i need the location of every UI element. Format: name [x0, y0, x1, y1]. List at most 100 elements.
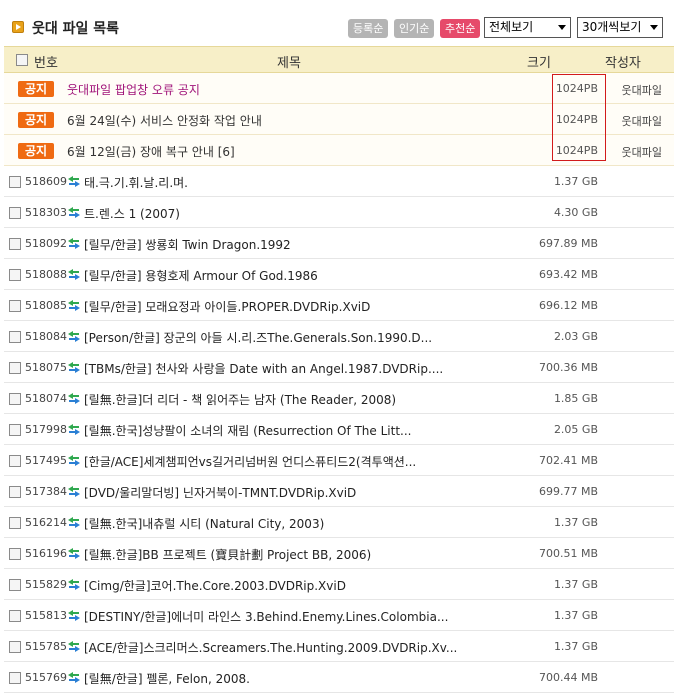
download-arrows-icon: [68, 393, 80, 404]
file-size: 700.51 MB: [538, 547, 598, 560]
row-checkbox[interactable]: [9, 517, 21, 529]
author-name[interactable]: 웃대파일: [622, 144, 662, 160]
file-size: 700.44 MB: [538, 671, 598, 684]
file-row[interactable]: 515769 [릴無/한글] 펠론, Felon, 2008. 700.44 MB: [4, 662, 674, 693]
notice-badge: 공지: [18, 143, 54, 159]
file-row[interactable]: 516196 [릴無.한글]BB 프로젝트 (寶貝計劃 Project BB, 2…: [4, 538, 674, 569]
download-arrows-icon: [68, 486, 80, 497]
file-row[interactable]: 515829 [Cimg/한글]코어.The.Core.2003.DVDRip.X…: [4, 569, 674, 600]
row-checkbox[interactable]: [9, 331, 21, 343]
download-arrows-icon: [68, 269, 80, 280]
row-checkbox[interactable]: [9, 455, 21, 467]
sort-by-recommend-button[interactable]: 추천순: [440, 19, 481, 38]
download-arrows-icon: [68, 424, 80, 435]
file-subject-link[interactable]: [Cimg/한글]코어.The.Core.2003.DVDRip.XviD: [84, 577, 346, 594]
row-checkbox[interactable]: [9, 579, 21, 591]
column-size: 크기: [527, 56, 551, 71]
file-size: 2.05 GB: [553, 423, 598, 436]
row-checkbox[interactable]: [9, 393, 21, 405]
file-size: 696.12 MB: [538, 299, 598, 312]
row-checkbox[interactable]: [9, 269, 21, 281]
file-subject-link[interactable]: [릴無.한국]성냥팔이 소녀의 재림 (Resurrection Of The …: [84, 422, 412, 439]
post-number: 517495: [25, 454, 67, 467]
page-title: 웃대 파일 목록: [32, 21, 120, 37]
notice-subject-link[interactable]: 6월 24일(수) 서비스 안정화 작업 안내: [67, 112, 262, 129]
file-row[interactable]: 518088 [릴무/한글] 용형호제 Armour Of God.1986 693…: [4, 259, 674, 290]
file-subject-link[interactable]: [릴無.한글]BB 프로젝트 (寶貝計劃 Project BB, 2006): [84, 546, 371, 563]
download-arrows-icon: [68, 300, 80, 311]
notice-subject-link[interactable]: 웃대파일 팝업창 오류 공지: [67, 81, 200, 98]
download-arrows-icon: [68, 362, 80, 373]
file-row[interactable]: 517998 [릴無.한국]성냥팔이 소녀의 재림 (Resurrection O…: [4, 414, 674, 445]
column-subject: 제목: [277, 56, 301, 71]
file-row[interactable]: 517495 [한글/ACE]세계챔피언vs길거리넘버원 언디스퓨티드2(격투액션…: [4, 445, 674, 476]
file-row[interactable]: 517384 [DVD/울리말더빙] 닌자거북이-TMNT.DVDRip.XviD…: [4, 476, 674, 507]
file-row[interactable]: 518092 [릴무/한글] 쌍룡회 Twin Dragon.1992 697.89…: [4, 228, 674, 259]
post-number: 518088: [25, 268, 67, 281]
row-checkbox[interactable]: [9, 672, 21, 684]
filter-select-value: 전체보기: [489, 20, 534, 34]
post-number: 518084: [25, 330, 67, 343]
row-checkbox[interactable]: [9, 207, 21, 219]
file-subject-link[interactable]: [Person/한글] 장군의 아들 시.리.즈The.Generals.Son…: [84, 329, 432, 346]
file-row[interactable]: 515785 [ACE/한글]스크리머스.Screamers.The.Huntin…: [4, 631, 674, 662]
notice-subject-link[interactable]: 6월 12일(금) 장애 복구 안내 [6]: [67, 143, 235, 160]
row-checkbox[interactable]: [9, 641, 21, 653]
file-subject-link[interactable]: [DESTINY/한글]에너미 라인스 3.Behind.Enemy.Lines…: [84, 608, 448, 625]
post-number: 518085: [25, 299, 67, 312]
file-subject-link[interactable]: 트.렌.스 1 (2007): [84, 205, 180, 222]
sort-by-popularity-button[interactable]: 인기순: [394, 19, 435, 38]
file-row[interactable]: 518085 [릴무/한글] 모래요정과 아이들.PROPER.DVDRip.Xv…: [4, 290, 674, 321]
download-arrows-icon: [68, 517, 80, 528]
post-number: 517998: [25, 423, 67, 436]
notice-badge: 공지: [18, 112, 54, 128]
row-checkbox[interactable]: [9, 300, 21, 312]
file-size: 1.85 GB: [553, 392, 598, 405]
per-page-select[interactable]: 30개씩보기: [577, 17, 663, 38]
column-author: 작성자: [605, 56, 641, 71]
row-checkbox[interactable]: [9, 610, 21, 622]
file-subject-link[interactable]: [한글/ACE]세계챔피언vs길거리넘버원 언디스퓨티드2(격투액션...: [84, 453, 416, 470]
file-subject-link[interactable]: [릴無.한국]내츄럴 시티 (Natural City, 2003): [84, 515, 324, 532]
file-subject-link[interactable]: 태.극.기.휘.날.리.며.: [84, 174, 188, 191]
download-arrows-icon: [68, 331, 80, 342]
file-size: 1.37 GB: [553, 640, 598, 653]
file-subject-link[interactable]: [TBMs/한글] 천사와 사랑을 Date with an Angel.198…: [84, 360, 443, 377]
author-name[interactable]: 웃대파일: [622, 113, 662, 129]
sort-by-date-button[interactable]: 등록순: [348, 19, 389, 38]
file-list-page: 웃대 파일 목록 등록순 인기순 추천순 전체보기 30개씩보기 번호 제목 크…: [0, 0, 678, 696]
file-subject-link[interactable]: [릴無/한글] 펠론, Felon, 2008.: [84, 670, 250, 687]
file-row[interactable]: 515813 [DESTINY/한글]에너미 라인스 3.Behind.Enemy…: [4, 600, 674, 631]
select-all-checkbox[interactable]: [16, 54, 28, 66]
file-row[interactable]: 518609 태.극.기.휘.날.리.며. 1.37 GB: [4, 166, 674, 197]
post-number: 518303: [25, 206, 67, 219]
file-subject-link[interactable]: [릴무/한글] 모래요정과 아이들.PROPER.DVDRip.XviD: [84, 298, 370, 315]
file-subject-link[interactable]: [릴無.한글]더 리더 - 책 읽어주는 남자 (The Reader, 200…: [84, 391, 396, 408]
post-number: 515785: [25, 640, 67, 653]
download-arrows-icon: [68, 579, 80, 590]
file-subject-link[interactable]: [릴무/한글] 쌍룡회 Twin Dragon.1992: [84, 236, 291, 253]
file-subject-link[interactable]: [릴무/한글] 용형호제 Armour Of God.1986: [84, 267, 318, 284]
file-subject-link[interactable]: [DVD/울리말더빙] 닌자거북이-TMNT.DVDRip.XviD: [84, 484, 356, 501]
file-row[interactable]: 516214 [릴無.한국]내츄럴 시티 (Natural City, 2003)…: [4, 507, 674, 538]
row-checkbox[interactable]: [9, 424, 21, 436]
row-checkbox[interactable]: [9, 486, 21, 498]
file-size: 4.30 GB: [553, 206, 598, 219]
row-checkbox[interactable]: [9, 548, 21, 560]
author-name[interactable]: 웃대파일: [622, 82, 662, 98]
filter-select[interactable]: 전체보기: [484, 17, 571, 38]
row-checkbox[interactable]: [9, 362, 21, 374]
download-arrows-icon: [68, 238, 80, 249]
row-checkbox[interactable]: [9, 238, 21, 250]
file-row[interactable]: 518303 트.렌.스 1 (2007) 4.30 GB: [4, 197, 674, 228]
row-checkbox[interactable]: [9, 176, 21, 188]
post-number: 518074: [25, 392, 67, 405]
post-number: 517384: [25, 485, 67, 498]
download-arrows-icon: [68, 610, 80, 621]
file-size: 2.03 GB: [553, 330, 598, 343]
file-row[interactable]: 518075 [TBMs/한글] 천사와 사랑을 Date with an Ang…: [4, 352, 674, 383]
post-number: 516196: [25, 547, 67, 560]
file-row[interactable]: 518074 [릴無.한글]더 리더 - 책 읽어주는 남자 (The Reade…: [4, 383, 674, 414]
file-row[interactable]: 518084 [Person/한글] 장군의 아들 시.리.즈The.Genera…: [4, 321, 674, 352]
file-subject-link[interactable]: [ACE/한글]스크리머스.Screamers.The.Hunting.2009…: [84, 639, 457, 656]
